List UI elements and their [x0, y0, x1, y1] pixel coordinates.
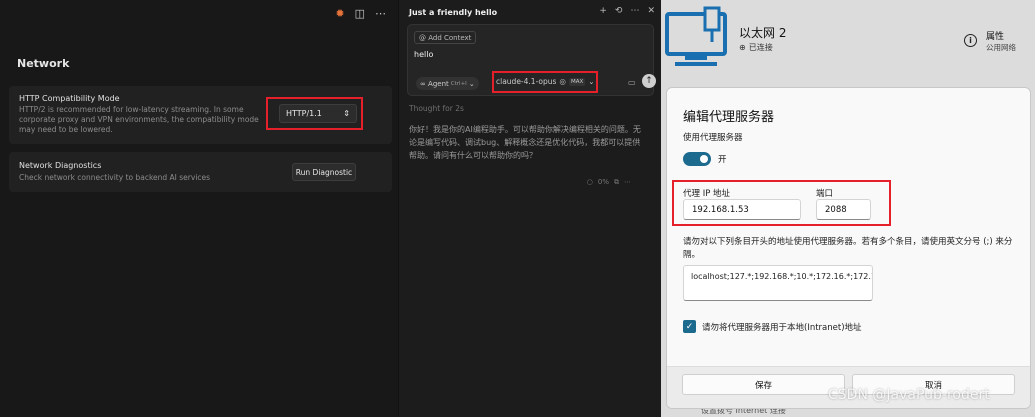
proxy-port-label: 端口	[816, 189, 834, 199]
exceptions-description: 请勿对以下列条目开头的地址使用代理服务器。若有多个条目，请使用英文分号 (;) …	[683, 237, 1013, 260]
progress-circle-icon: ○	[586, 178, 593, 186]
add-context-button[interactable]: @ Add Context	[414, 31, 477, 44]
image-icon[interactable]: ▭	[628, 78, 636, 87]
updown-chevron-icon: ⇕	[343, 109, 350, 118]
http-mode-description: HTTP/2 is recommended for low-latency st…	[19, 105, 259, 134]
history-icon[interactable]: ⟲	[615, 6, 623, 16]
more-icon[interactable]: ⋯	[630, 6, 639, 16]
max-badge: MAX	[568, 77, 586, 86]
chat-composer[interactable]: @ Add Context hello ∞ Agent Ctrl+I ⌄ cla…	[407, 24, 656, 96]
section-title: Network	[17, 57, 70, 70]
agent-mode-selector[interactable]: ∞ Agent Ctrl+I ⌄	[416, 77, 479, 90]
diagnostics-description: Check network connectivity to backend AI…	[19, 173, 211, 182]
use-proxy-toggle[interactable]	[683, 152, 711, 166]
answer-meta: ○ 0% ⧉ ⋯	[587, 178, 631, 187]
chevron-down-icon: ⌄	[468, 79, 475, 88]
brain-icon: ◎	[559, 77, 566, 86]
bypass-local-checkbox[interactable]: ✓	[683, 320, 696, 333]
use-proxy-label: 使用代理服务器	[683, 133, 743, 143]
globe-icon: ⊕	[739, 43, 746, 52]
http-mode-select[interactable]: HTTP/1.1 ⇕	[279, 104, 357, 123]
chat-title: Just a friendly hello	[409, 8, 498, 17]
model-name: claude-4.1-opus	[496, 77, 557, 86]
toggle-state-label: 开	[718, 155, 727, 165]
bypass-local-label: 请勿将代理服务器用于本地(Intranet)地址	[702, 323, 862, 333]
more-icon[interactable]: ⋯	[375, 8, 386, 19]
plus-icon[interactable]: +	[599, 6, 607, 16]
watermark: CSDN @JavaPub-rodert	[828, 387, 990, 403]
ethernet-monitor-icon	[665, 6, 727, 66]
copy-icon[interactable]: ⧉	[614, 178, 619, 187]
run-diagnostic-button[interactable]: Run Diagnostic	[292, 163, 356, 181]
save-button[interactable]: 保存	[682, 374, 845, 395]
properties-subtitle: 公用网络	[986, 43, 1016, 52]
settings-panel: ✹ ◫ ⋯ Network HTTP Compatibility Mode HT…	[0, 0, 398, 417]
diagnostics-title: Network Diagnostics	[19, 161, 102, 170]
chevron-down-icon: ⌄	[588, 77, 595, 86]
proxy-port-input[interactable]: 2088	[816, 199, 871, 220]
http-mode-value: HTTP/1.1	[286, 109, 322, 118]
network-name: 以太网 2	[739, 26, 787, 40]
exceptions-textarea[interactable]: localhost;127.*;192.168.*;10.*;172.16.*;…	[683, 265, 873, 301]
chat-panel: Just a friendly hello + ⟲ ⋯ ✕ @ Add Cont…	[398, 0, 661, 417]
assistant-answer: 你好！我是你的AI编程助手。可以帮助你解决编程相关的问题。无论是编写代码、调试b…	[409, 125, 641, 160]
split-view-icon[interactable]: ◫	[355, 8, 365, 19]
edit-proxy-dialog: 编辑代理服务器 使用代理服务器 开 代理 IP 地址 端口 192.168.1.…	[666, 87, 1031, 409]
more-icon[interactable]: ⋯	[624, 178, 631, 187]
agent-label: ∞ Agent	[420, 79, 449, 88]
model-selector[interactable]: claude-4.1-opus ◎ MAX ⌄	[496, 77, 595, 86]
info-icon[interactable]: i	[964, 34, 977, 47]
network-status-text: 已连接	[748, 43, 773, 52]
meta-percent: 0%	[597, 178, 609, 186]
proxy-ip-label: 代理 IP 地址	[683, 189, 731, 199]
properties-title[interactable]: 属性	[986, 29, 1004, 42]
composer-message[interactable]: hello	[414, 50, 433, 59]
send-button[interactable]: ↑	[642, 74, 656, 88]
chat-toolbar: + ⟲ ⋯ ✕	[599, 6, 655, 16]
agent-shortcut: Ctrl+I	[450, 80, 467, 87]
sun-icon[interactable]: ✹	[335, 8, 344, 19]
proxy-ip-input[interactable]: 192.168.1.53	[683, 199, 801, 220]
http-mode-title: HTTP Compatibility Mode	[19, 94, 120, 103]
network-status: ⊕ 已连接	[739, 42, 773, 53]
settings-topbar: ✹ ◫ ⋯	[0, 0, 398, 26]
thought-label[interactable]: Thought for 2s	[409, 104, 464, 113]
dialog-title: 编辑代理服务器	[683, 110, 775, 125]
close-icon[interactable]: ✕	[647, 6, 655, 16]
